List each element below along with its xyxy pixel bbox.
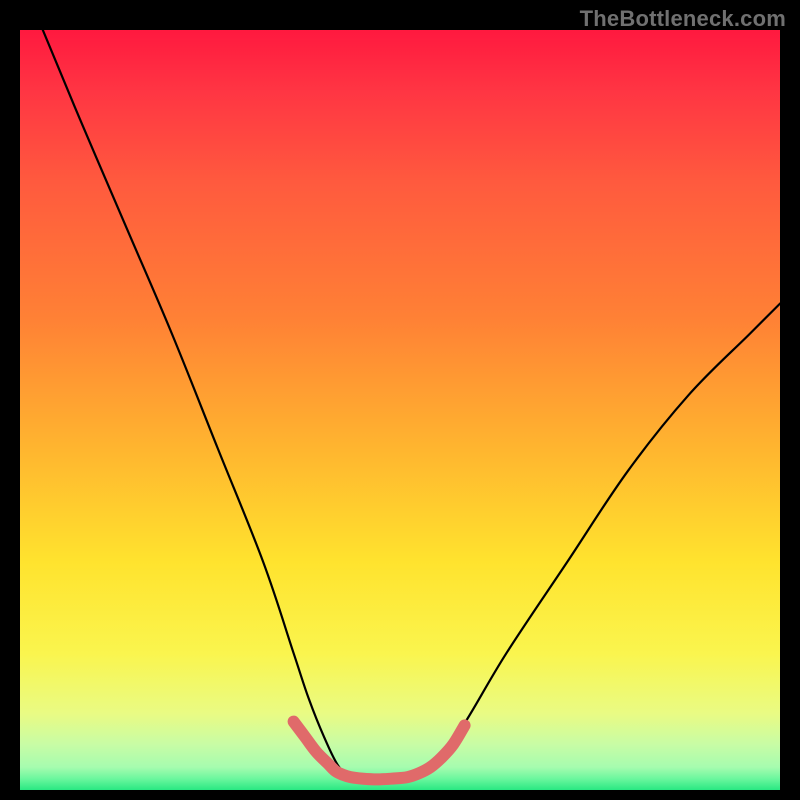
trough-marker	[294, 722, 465, 780]
watermark-text: TheBottleneck.com	[580, 6, 786, 32]
curve-layer	[20, 30, 780, 790]
plot-area	[20, 30, 780, 790]
main-curve	[43, 30, 780, 783]
chart-frame: TheBottleneck.com	[0, 0, 800, 800]
